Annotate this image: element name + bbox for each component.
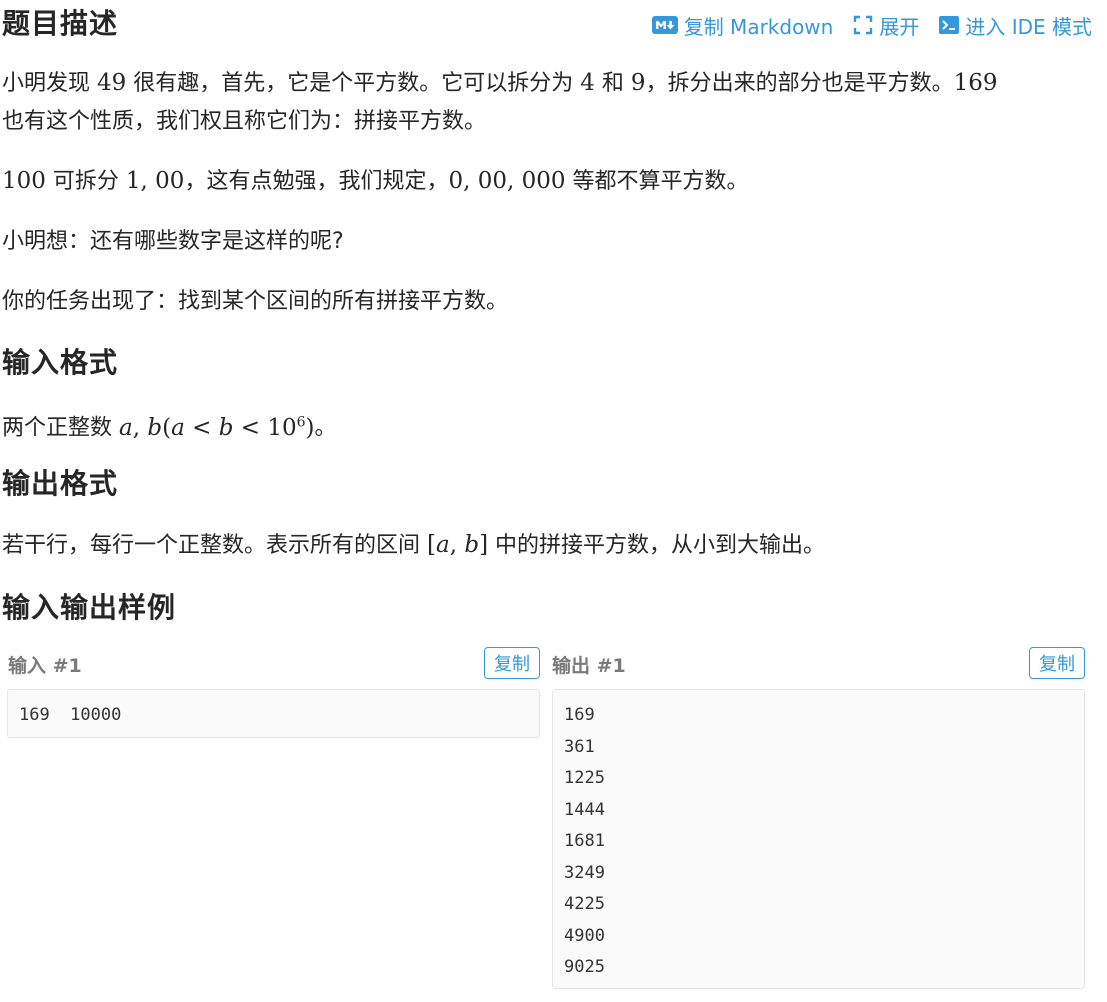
math-expression: a, b(a < b < 106): [119, 414, 315, 441]
sample-input-line: 169 10000: [19, 705, 122, 725]
math-expression: [a, b]: [427, 532, 488, 558]
text: 很有趣，首先，它是个平方数。它可以拆分为: [126, 71, 581, 96]
text: 中的拼接平方数，从小到大输出。: [488, 533, 826, 558]
description-paragraph-3: 小明想：还有哪些数字是这样的呢?: [2, 229, 344, 254]
copy-output-button[interactable]: 复制: [1029, 647, 1085, 679]
expand-label: 展开: [879, 14, 920, 39]
ide-mode-label: 进入 IDE 模式: [965, 14, 1092, 39]
math-sym: ]: [479, 532, 489, 558]
input-format-text: 两个正整数 a, b(a < b < 106)。: [2, 403, 1092, 448]
math-sym: <: [233, 414, 268, 441]
description-paragraph-1: 小明发现 49 很有趣，首先，它是个平方数。它可以拆分为 4 和 9，拆分出来的…: [2, 64, 1092, 141]
text: 若干行，每行一个正整数。表示所有的区间: [2, 533, 427, 558]
sample-output-line: 1681: [564, 831, 605, 851]
section-heading-samples: 输入输出样例: [2, 591, 177, 624]
section-heading-output-format: 输出格式: [2, 467, 119, 500]
sample-input-box[interactable]: 169 10000: [7, 689, 540, 738]
math-number: 4: [580, 70, 595, 96]
math-var: a: [171, 414, 185, 441]
header-actions: 复制 Markdown 展开 进入 IDE 模式: [651, 10, 1092, 40]
math-sym: <: [184, 414, 219, 441]
text: 可拆分: [45, 169, 126, 194]
math-number: 49: [97, 70, 127, 96]
math-number: 0, 00, 000: [448, 168, 566, 194]
text: 也有这个性质，我们权且称它们为：拼接平方数。: [2, 109, 487, 134]
sample-output-line: 9025: [564, 957, 605, 977]
text: 等都不算平方数。: [565, 169, 749, 194]
expand-button[interactable]: 展开: [853, 11, 919, 40]
math-sym: ): [305, 414, 315, 441]
sample-input-header: 输入 #1 复制: [8, 647, 540, 681]
copy-input-button[interactable]: 复制: [484, 647, 540, 679]
text: 和: [594, 71, 631, 96]
math-number: 1, 00: [125, 168, 185, 194]
sample-output-line: 4900: [564, 925, 605, 946]
math-var: a: [435, 532, 450, 558]
text: 。: [314, 415, 337, 441]
sample-input-label: 输入 #1: [8, 654, 82, 677]
sample-output-line: 169: [564, 705, 595, 725]
text: ，这有点勉强，我们规定，: [184, 169, 449, 194]
math-exponent: 6: [296, 414, 306, 430]
math-var: b: [218, 414, 234, 441]
math-var: a: [119, 414, 133, 441]
text: 两个正整数: [2, 415, 119, 441]
sample-output-line: 3249: [564, 862, 605, 883]
math-var: b: [147, 414, 163, 441]
math-number: 10: [267, 414, 297, 441]
sample-output-box[interactable]: 169 361 1225 1444 1681 3249 4225 4900 9025: [552, 689, 1085, 989]
text: 小明发现: [2, 71, 97, 96]
math-sym: (: [162, 414, 172, 441]
output-format-text: 若干行，每行一个正整数。表示所有的区间 [a, b] 中的拼接平方数，从小到大输…: [2, 526, 1092, 565]
text: ，拆分出来的部分也是平方数。: [645, 71, 954, 96]
math-number: 169: [953, 70, 998, 96]
section-heading-input-format: 输入格式: [2, 346, 119, 379]
math-sym: ,: [132, 414, 148, 441]
expand-icon: [854, 15, 873, 35]
markdown-icon: [651, 16, 678, 34]
math-sym: ,: [449, 532, 465, 558]
sample-output-line: 1444: [564, 799, 605, 820]
ide-mode-button[interactable]: 进入 IDE 模式: [939, 11, 1092, 40]
sample-output-lines: 169 361 1225 1444 1681 3249 4225 4900 9025: [564, 700, 1073, 984]
description-paragraph-2: 100 可拆分 1, 00，这有点勉强，我们规定，0, 00, 000 等都不算…: [2, 162, 1092, 201]
sample-output-label: 输出 #1: [552, 654, 626, 677]
sample-output-line: 4225: [564, 894, 605, 914]
problem-header: 题目描述 复制 Markdown 展开 进入 IDE 模式: [2, 4, 1092, 44]
math-number: 9: [630, 70, 646, 96]
math-sym: [: [427, 532, 436, 558]
terminal-icon: [939, 16, 960, 34]
sample-output-header: 输出 #1 复制: [552, 647, 1085, 681]
copy-markdown-label: 复制 Markdown: [683, 14, 834, 39]
sample-input-lines: 169 10000: [19, 700, 528, 732]
math-number: 100: [2, 168, 46, 194]
sample-output-line: 361: [564, 736, 595, 757]
copy-markdown-button[interactable]: 复制 Markdown: [651, 11, 834, 40]
math-var: b: [464, 532, 480, 558]
sample-output-line: 1225: [564, 768, 605, 788]
description-paragraph-4: 你的任务出现了：找到某个区间的所有拼接平方数。: [2, 289, 509, 314]
